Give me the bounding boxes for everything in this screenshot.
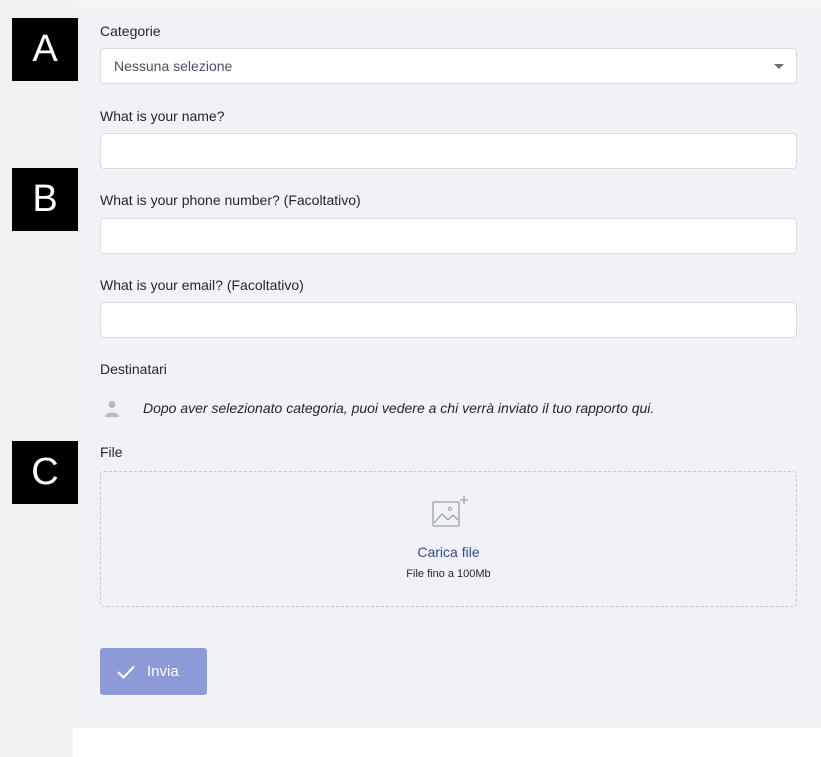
recipients-hint: Dopo aver selezionato categoria, puoi ve… bbox=[143, 400, 655, 416]
upload-size-limit: File fino a 100Mb bbox=[406, 568, 491, 580]
submit-label: Invia bbox=[147, 663, 179, 680]
image-add-icon bbox=[432, 496, 468, 527]
name-label: What is your name? bbox=[100, 108, 225, 124]
person-icon bbox=[105, 401, 119, 417]
phone-input[interactable] bbox=[100, 218, 797, 254]
category-label: Categorie bbox=[100, 23, 161, 39]
recipients-info: Dopo aver selezionato categoria, puoi ve… bbox=[100, 396, 797, 424]
file-dropzone[interactable]: Carica file File fino a 100Mb bbox=[100, 471, 797, 607]
marker-a: A bbox=[12, 18, 78, 81]
caret-down-icon bbox=[774, 64, 784, 69]
email-input[interactable] bbox=[100, 302, 797, 338]
panel-top-strip bbox=[73, 0, 821, 8]
email-label: What is your email? (Facoltativo) bbox=[100, 277, 304, 293]
category-select[interactable]: Nessuna selezione bbox=[100, 48, 797, 84]
category-selected-value: Nessuna selezione bbox=[114, 58, 233, 74]
submit-button[interactable]: Invia bbox=[100, 648, 207, 695]
upload-file-link[interactable]: Carica file bbox=[101, 544, 796, 560]
marker-c: C bbox=[12, 441, 78, 504]
checkmark-icon bbox=[117, 665, 135, 679]
file-label: File bbox=[100, 444, 123, 460]
recipients-label: Destinatari bbox=[100, 361, 167, 377]
marker-b: B bbox=[12, 168, 78, 231]
phone-label: What is your phone number? (Facoltativo) bbox=[100, 192, 361, 208]
footer-area bbox=[73, 728, 821, 757]
name-input[interactable] bbox=[100, 133, 797, 169]
